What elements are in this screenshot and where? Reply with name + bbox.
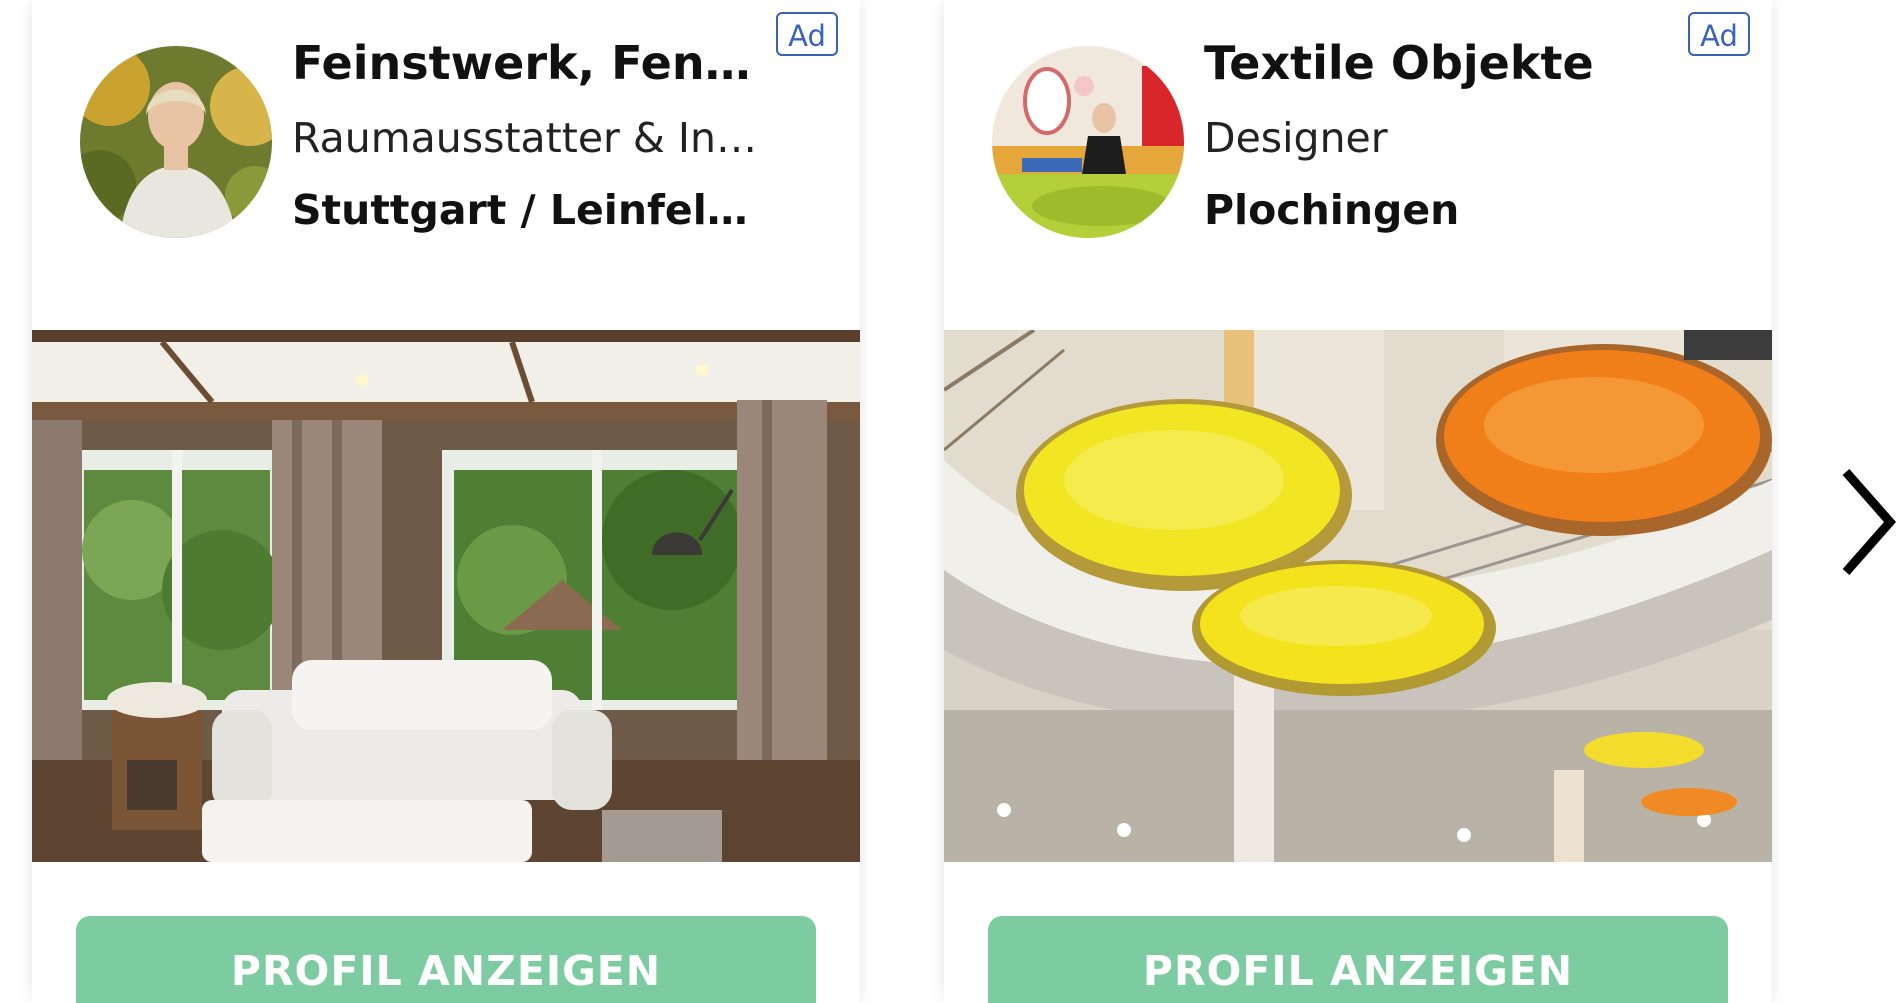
- avatar-photo: [992, 46, 1184, 238]
- pro-category: Raumausstatter & Interi...: [292, 114, 762, 162]
- view-profile-button[interactable]: PROFIL ANZEIGEN: [76, 916, 816, 1003]
- pendant-lights-photo: [944, 330, 1772, 862]
- view-profile-button[interactable]: PROFIL ANZEIGEN: [988, 916, 1728, 1003]
- pro-location: Plochingen: [1204, 186, 1460, 234]
- pro-location: Stuttgart / Leinfeld...: [292, 186, 762, 234]
- pro-carousel: Ad Feinstwerk, Feng... Raumausstatter & …: [0, 0, 1897, 1003]
- avatar[interactable]: [992, 46, 1184, 238]
- ad-badge: Ad: [776, 12, 838, 56]
- pro-name[interactable]: Textile Objekte: [1204, 30, 1674, 96]
- pro-info: Feinstwerk, Feng... Raumausstatter & Int…: [292, 30, 762, 246]
- pro-card[interactable]: Ad Textile Objekte Designer Plochingen P…: [944, 0, 1772, 1003]
- avatar-photo: [80, 46, 272, 238]
- ad-badge: Ad: [1688, 12, 1750, 56]
- living-room-photo: [32, 330, 860, 862]
- project-photo[interactable]: [944, 330, 1772, 862]
- pro-name[interactable]: Feinstwerk, Feng...: [292, 30, 762, 96]
- pro-info: Textile Objekte Designer Plochingen: [1204, 30, 1674, 246]
- pro-category: Designer: [1204, 114, 1388, 162]
- chevron-right-icon[interactable]: [1838, 462, 1897, 582]
- pro-card[interactable]: Ad Feinstwerk, Feng... Raumausstatter & …: [32, 0, 860, 1003]
- avatar[interactable]: [80, 46, 272, 238]
- project-photo[interactable]: [32, 330, 860, 862]
